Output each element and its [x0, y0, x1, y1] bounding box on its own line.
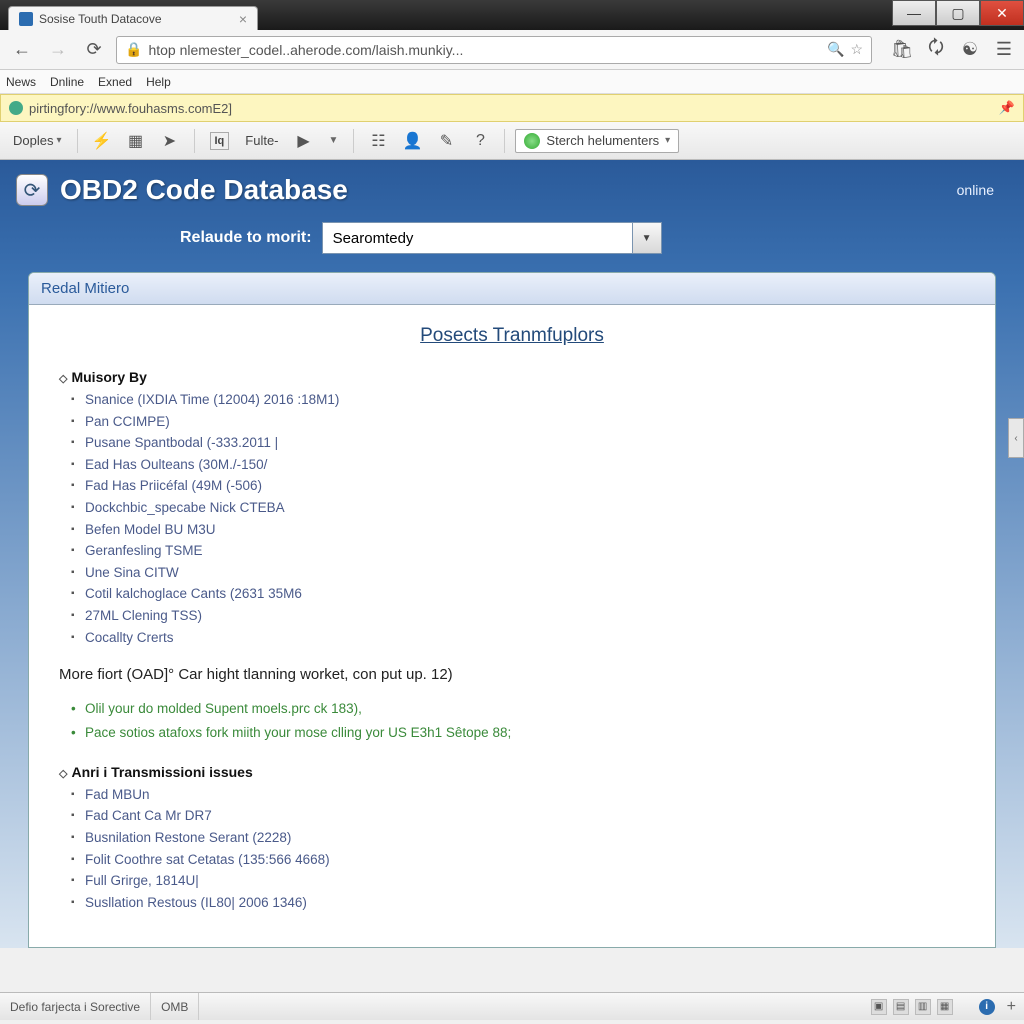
lock-icon: 🔒 — [125, 41, 142, 58]
toolbar: Doples ▾ ⚡ ▦ ➤ Iq Fulte- ▶ ▼ ☷ 👤 ✎ ? Ste… — [0, 122, 1024, 160]
page-logo-icon: ⟳ — [16, 174, 48, 206]
list-item[interactable]: Cocallty Crerts — [85, 627, 965, 649]
menu-online[interactable]: Dnline — [50, 75, 84, 89]
results-panel: Redal Mitiero Posects Tranmfuplors ◇Muis… — [28, 272, 996, 948]
calendar-icon[interactable]: ▦ — [122, 129, 150, 153]
play-icon[interactable]: ▶ — [290, 129, 318, 153]
fulte-menu[interactable]: Fulte- — [240, 130, 283, 151]
list-item[interactable]: Fad Cant Ca Mr DR7 — [85, 805, 965, 827]
maximize-button[interactable]: ▢ — [936, 0, 980, 26]
browser-tab[interactable]: Sosise Touth Datacove × — [8, 6, 258, 30]
favicon-icon — [19, 12, 33, 26]
forward-button[interactable]: → — [44, 36, 72, 64]
sb-icon-3[interactable]: ▥ — [915, 999, 931, 1015]
list-item[interactable]: Ead Has Oulteans (30M./-150/ — [85, 454, 965, 476]
list-item[interactable]: Full Grirge, 1814U| — [85, 870, 965, 892]
profile-icon[interactable]: ☯ — [958, 38, 982, 62]
info-favicon-icon — [9, 101, 23, 115]
dropdown-icon[interactable]: ▼ — [324, 132, 344, 149]
section2-head: ◇Anri i Transmissioni issues — [59, 764, 965, 780]
iq-button[interactable]: Iq — [205, 129, 235, 153]
close-button[interactable]: ✕ — [980, 0, 1024, 26]
list-item[interactable]: Snanice (IXDIA Time (12004) 2016 :18M1) — [85, 389, 965, 411]
page-title: OBD2 Code Database — [60, 174, 348, 206]
sb-icon-4[interactable]: ▦ — [937, 999, 953, 1015]
list-item[interactable]: Busnilation Restone Serant (2228) — [85, 827, 965, 849]
list-item[interactable]: Dockchbic_specabe Nick CTEBA — [85, 497, 965, 519]
menu-exned[interactable]: Exned — [98, 75, 132, 89]
list-item[interactable]: Fad Has Priicéfal (49M (-506) — [85, 475, 965, 497]
section1-head: ◇Muisory By — [59, 369, 965, 385]
search-label: Relaude to morit: — [180, 229, 312, 247]
list-item[interactable]: Geranfesling TSME — [85, 540, 965, 562]
list-item[interactable]: Folit Coothre sat Cetatas (135:566 4668) — [85, 849, 965, 871]
star-icon[interactable]: ☆ — [850, 41, 863, 58]
sb-icon-2[interactable]: ▤ — [893, 999, 909, 1015]
toolbar-search-label: Sterch helumenters — [546, 133, 659, 148]
sb-info-icon[interactable]: i — [979, 999, 995, 1015]
list-item[interactable]: Pusane Spantbodal (-333.2011 | — [85, 432, 965, 454]
status-left: Defio farjecta i Sorective — [0, 993, 151, 1020]
help-icon[interactable]: ? — [466, 129, 494, 153]
menu-icon[interactable]: ☰ — [992, 38, 1016, 62]
url-bar[interactable]: 🔒 htop nlemester_codel..aherode.com/lais… — [116, 36, 872, 64]
list-item[interactable]: Susllation Restous (IL80| 2006 1346) — [85, 892, 965, 914]
list-item[interactable]: 27ML Clening TSS) — [85, 605, 965, 627]
collapse-handle[interactable]: ‹ — [1008, 418, 1024, 458]
search-input[interactable] — [322, 222, 632, 254]
status-bar: Defio farjecta i Sorective OMB ▣ ▤ ▥ ▦ i… — [0, 992, 1024, 1020]
sb-plus[interactable]: + — [1007, 998, 1016, 1016]
minimize-button[interactable]: — — [892, 0, 936, 26]
nav-bar: ← → ⟳ 🔒 htop nlemester_codel..aherode.co… — [0, 30, 1024, 70]
info-text: pirtingfory://www.fouhasms.comE2] — [29, 101, 232, 116]
list-item[interactable]: Befen Model BU M3U — [85, 519, 965, 541]
doples-menu[interactable]: Doples ▾ — [8, 130, 67, 151]
tab-title: Sosise Touth Datacove — [39, 12, 162, 26]
panel-header: Redal Mitiero — [29, 273, 995, 305]
list-item[interactable]: Olil your do molded Supent moels.prc ck … — [85, 697, 965, 721]
search-dropdown-button[interactable]: ▼ — [632, 222, 662, 254]
shopping-icon[interactable]: 🛍 — [890, 38, 914, 62]
menu-help[interactable]: Help — [146, 75, 171, 89]
list-item[interactable]: Pan CCIMPE) — [85, 411, 965, 433]
wand-icon[interactable]: ✎ — [432, 129, 460, 153]
list-icon[interactable]: ☷ — [364, 129, 392, 153]
menu-bar: News Dnline Exned Help — [0, 70, 1024, 94]
sync-icon[interactable]: 🗘 — [924, 38, 948, 62]
url-text: htop nlemester_codel..aherode.com/laish.… — [148, 42, 821, 58]
chart-icon[interactable]: ⚡ — [88, 129, 116, 153]
list-item[interactable]: Fad MBUn — [85, 784, 965, 806]
tab-bar: Sosise Touth Datacove × — [0, 0, 1024, 30]
list-item[interactable]: Une Sina CITW — [85, 562, 965, 584]
info-bar: pirtingfory://www.fouhasms.comE2] 📌 — [0, 94, 1024, 122]
list-item[interactable]: Cotil kalchoglace Cants (2631 35M6 — [85, 583, 965, 605]
note-line: More fiort (OAD]° Car hight tlanning wor… — [59, 666, 965, 683]
list-item[interactable]: Pace sotios atafoxs fork miith your mose… — [85, 721, 965, 745]
online-label: online — [957, 182, 994, 198]
reload-button[interactable]: ⟳ — [80, 36, 108, 64]
menu-news[interactable]: News — [6, 75, 36, 89]
status-mid: OMB — [151, 993, 199, 1020]
page-content: ⟳ OBD2 Code Database online Relaude to m… — [0, 160, 1024, 948]
sb-icon-1[interactable]: ▣ — [871, 999, 887, 1015]
back-button[interactable]: ← — [8, 36, 36, 64]
main-heading[interactable]: Posects Tranmfuplors — [59, 325, 965, 347]
toolbar-search[interactable]: Sterch helumenters ▾ — [515, 129, 679, 153]
person-icon[interactable]: 👤 — [398, 129, 426, 153]
send-icon[interactable]: ➤ — [156, 129, 184, 153]
tab-close-icon[interactable]: × — [239, 11, 247, 27]
pin-icon[interactable]: 📌 — [999, 100, 1015, 116]
globe-icon — [524, 133, 540, 149]
search-icon[interactable]: 🔍 — [827, 41, 844, 58]
